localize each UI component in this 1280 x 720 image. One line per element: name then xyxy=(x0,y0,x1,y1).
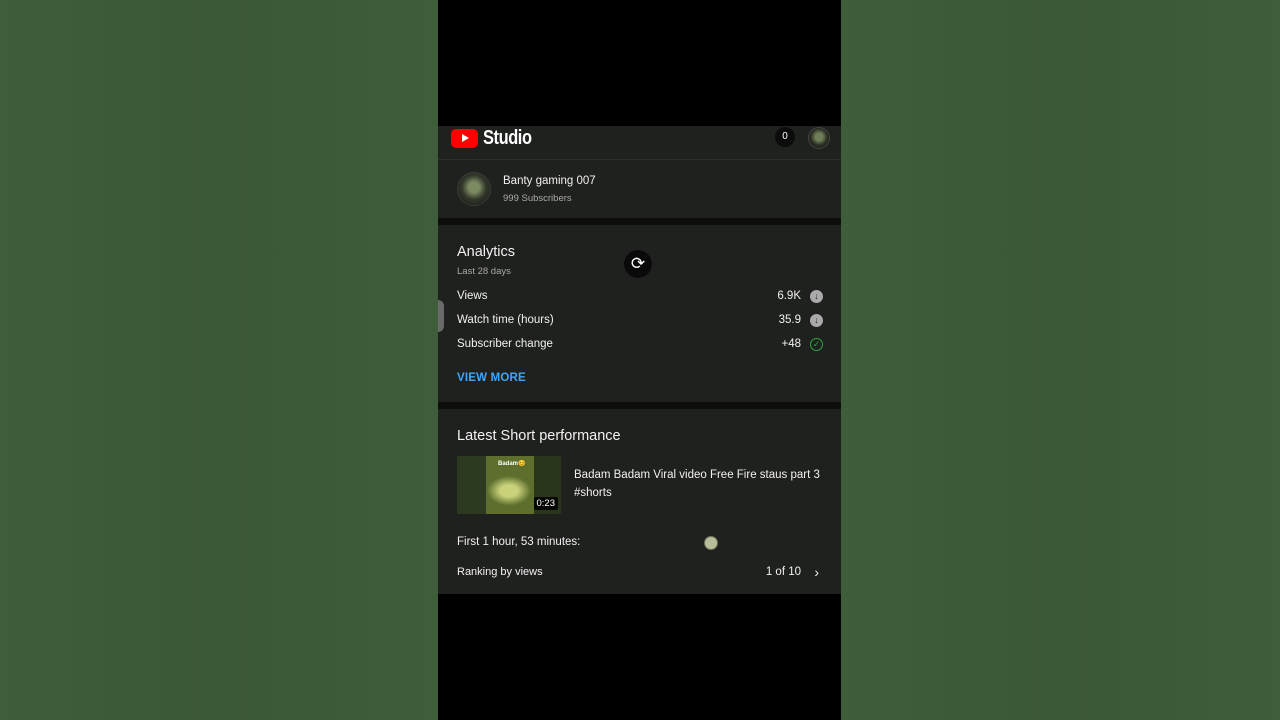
edge-drag-handle[interactable] xyxy=(438,300,444,332)
subscriber-count: 999 Subscribers xyxy=(503,193,572,204)
view-more-button[interactable]: VIEW MORE xyxy=(457,372,526,384)
analytics-period: Last 28 days xyxy=(457,266,511,277)
divider xyxy=(438,218,841,225)
chevron-right-icon[interactable]: › xyxy=(814,564,819,580)
metric-row-watch-time[interactable]: Watch time (hours) 35.9 ↓ xyxy=(457,312,823,330)
analytics-title: Analytics xyxy=(457,244,516,260)
metric-label: Subscriber change xyxy=(457,338,553,350)
app-header: Studio 0 xyxy=(438,126,841,160)
video-duration: 0:23 xyxy=(533,497,558,510)
metric-label: Views xyxy=(457,290,488,302)
latest-short-card: Latest Short performance Badam😊 0:23 Bad… xyxy=(438,409,841,594)
latest-short-title: Latest Short performance xyxy=(457,428,621,444)
arrow-down-icon: ↓ xyxy=(810,290,823,303)
app-title: Studio xyxy=(483,126,532,149)
phone-screen: Studio 0 Banty gaming 007 999 Subscriber… xyxy=(438,0,841,720)
studio-logo[interactable]: Studio xyxy=(451,126,542,149)
channel-name: Banty gaming 007 xyxy=(503,175,596,187)
check-icon: ✓ xyxy=(810,338,823,351)
first-period-label: First 1 hour, 53 minutes: xyxy=(457,536,581,548)
divider xyxy=(438,402,841,409)
arrow-down-icon: ↓ xyxy=(810,314,823,327)
refresh-icon[interactable]: ⟳ xyxy=(624,250,652,278)
touch-indicator xyxy=(705,537,717,549)
account-avatar[interactable] xyxy=(808,127,830,149)
channel-card[interactable]: Banty gaming 007 999 Subscribers xyxy=(438,160,841,218)
metric-value: +48 xyxy=(781,338,801,350)
metric-value: 6.9K xyxy=(777,290,801,302)
video-thumbnail[interactable]: Badam😊 0:23 xyxy=(457,456,561,514)
metric-label: Watch time (hours) xyxy=(457,314,554,326)
ranking-label: Ranking by views xyxy=(457,566,543,578)
ranking-value[interactable]: 1 of 10 xyxy=(766,566,801,578)
video-title[interactable]: Badam Badam Viral video Free Fire staus … xyxy=(574,466,824,502)
blurred-background-left xyxy=(0,0,438,720)
blurred-background-right xyxy=(841,0,1280,720)
youtube-play-icon xyxy=(451,128,478,148)
metric-row-views[interactable]: Views 6.9K ↓ xyxy=(457,288,823,306)
metric-row-subscriber-change[interactable]: Subscriber change +48 ✓ xyxy=(457,336,823,354)
metric-value: 35.9 xyxy=(778,314,801,326)
thumbnail-caption: Badam😊 xyxy=(498,461,526,467)
notification-badge[interactable]: 0 xyxy=(775,127,795,147)
channel-avatar xyxy=(457,172,491,206)
analytics-card: Analytics Last 28 days ⟳ Views 6.9K ↓ Wa… xyxy=(438,225,841,402)
